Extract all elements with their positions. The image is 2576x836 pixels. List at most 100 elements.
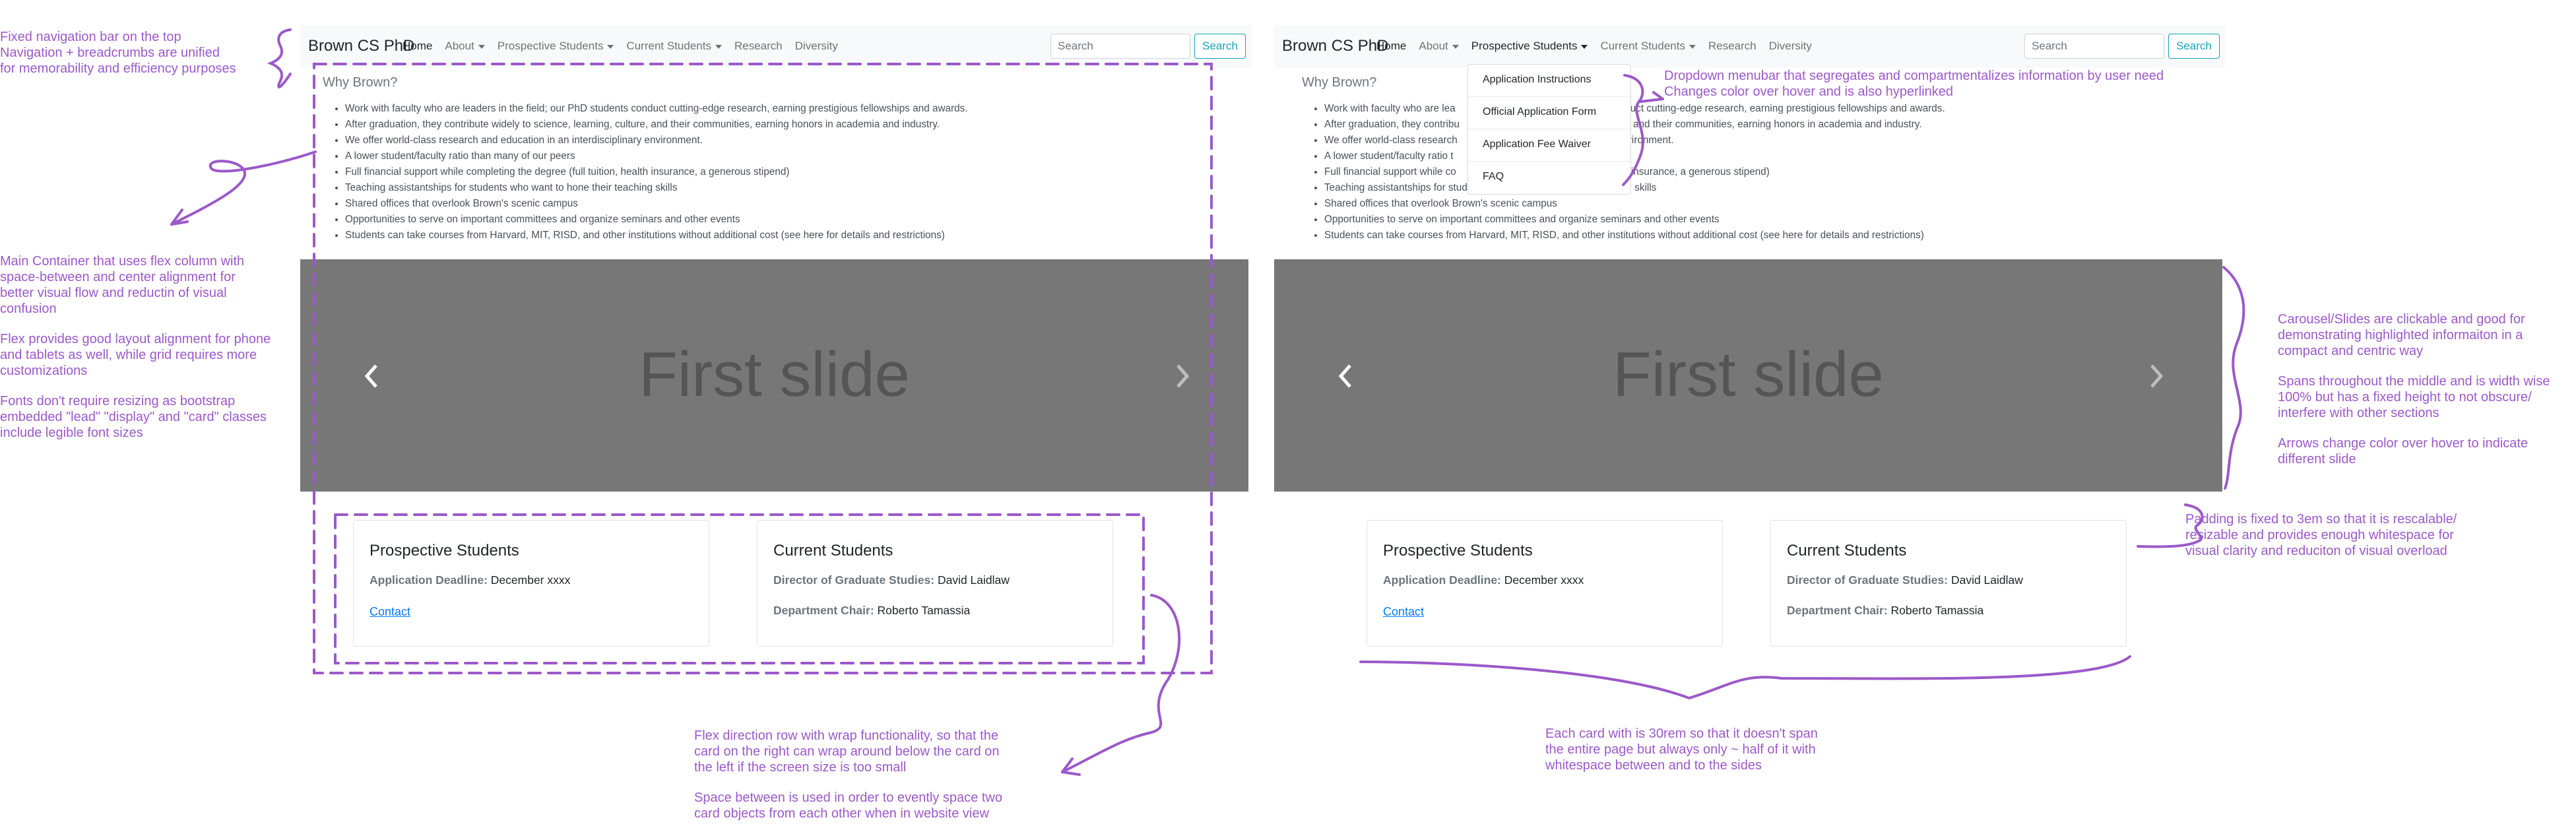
note-line: and tablets as well, while grid requires… — [0, 348, 257, 362]
list-item: Opportunities to serve on important comm… — [1324, 212, 2116, 228]
note-line: demonstrating highlighted informaiton in… — [2278, 328, 2523, 342]
next-arrow-icon[interactable] — [2145, 363, 2166, 389]
slide-label: First slide — [639, 339, 910, 410]
dropdown-divider — [1468, 161, 1630, 162]
nav-menu: Home About Prospective Students Current … — [402, 40, 851, 53]
list-item: We offer world-class research and educat… — [345, 133, 1137, 148]
card-current: Current Students Director of Graduate St… — [1770, 520, 2127, 647]
nav-diversity[interactable]: Diversity — [795, 40, 838, 53]
nav-research[interactable]: Research — [734, 40, 783, 53]
note-line: Fonts don't require resizing as bootstra… — [0, 394, 236, 408]
dropdown-item[interactable]: Application Fee Waiver — [1483, 139, 1591, 150]
caret-down-icon — [1452, 44, 1459, 49]
list-item-text: th insurance, a generous stipend) — [1619, 166, 1770, 177]
note-line: Spans throughout the middle and is width… — [2278, 374, 2550, 389]
note-paragraph: Carousel/Slides are clickable and good f… — [2278, 311, 2575, 359]
search-input[interactable]: Search — [2024, 34, 2164, 59]
note-line: Flex provides good layout alignment for … — [0, 332, 271, 346]
why-brown-list: Work with faculty who are lea nduct cutti… — [1302, 101, 2116, 243]
nav-home[interactable]: Home — [402, 40, 432, 53]
note-line: Navigation + breadcrumbs are unified — [0, 46, 220, 60]
nav-about[interactable]: About — [1419, 40, 1459, 53]
why-brown-list: Work with faculty who are leaders in the… — [323, 101, 1137, 243]
list-item: Full financial support while completing … — [345, 164, 1137, 180]
note-line: customizations — [0, 364, 88, 378]
note-padding: Padding is fixed to 3em so that it is re… — [2185, 511, 2457, 559]
caret-down-icon — [478, 44, 485, 49]
list-item: Work with faculty who are leaders in the… — [345, 101, 1137, 117]
dgs-label: Director of Graduate Studies: — [773, 573, 935, 587]
nav-prospective[interactable]: Prospective Students — [498, 40, 614, 53]
note-row-wrap: Flex direction row with wrap functionali… — [694, 728, 1002, 836]
note-line: include legible font sizes — [0, 426, 143, 440]
chair-label: Department Chair: — [1787, 604, 1888, 617]
nav-current-label: Current Students — [626, 40, 711, 52]
nav-about[interactable]: About — [445, 40, 485, 53]
nav-current[interactable]: Current Students — [1600, 40, 1696, 53]
dgs-value: David Laidlaw — [937, 573, 1010, 587]
list-item-text: After graduation, they contribu — [1324, 119, 1460, 130]
nav-current[interactable]: Current Students — [626, 40, 722, 53]
nav-menu: Home About Prospective Students Current … — [1376, 40, 1824, 53]
card-title: Prospective Students — [1383, 542, 1533, 560]
dropdown-item[interactable]: FAQ — [1483, 171, 1504, 183]
carousel[interactable]: First slide — [1274, 259, 2222, 492]
deadline-value: December xxxx — [1504, 573, 1584, 587]
note-container: Main Container that uses flex column wit… — [0, 253, 297, 455]
nav-diversity[interactable]: Diversity — [1769, 40, 1812, 53]
slide-label: First slide — [1613, 339, 1884, 410]
nav-about-label: About — [1419, 40, 1448, 52]
dgs-value: David Laidlaw — [1950, 573, 2023, 587]
brand-link[interactable]: Brown CS PhD — [1282, 37, 1388, 55]
list-item: Students can take courses from Harvard, … — [345, 228, 1137, 243]
prev-arrow-icon[interactable] — [1336, 363, 1357, 389]
note-line: compact and centric way — [2278, 344, 2424, 358]
note-line: Fixed navigation bar on the top — [0, 30, 181, 44]
search-input[interactable]: Search — [1050, 34, 1190, 59]
note-line: Arrows change color over hover to indica… — [2278, 436, 2528, 451]
nav-current-label: Current Students — [1600, 40, 1685, 52]
deadline-label: Application Deadline: — [370, 573, 488, 587]
dropdown-item[interactable]: Application Instructions — [1483, 74, 1592, 86]
note-line: 100% but has a fixed height to not obscu… — [2278, 390, 2532, 404]
note-paragraph: Spans throughout the middle and is width… — [2278, 373, 2575, 421]
search-button[interactable]: Search — [1194, 34, 1246, 59]
prev-arrow-icon[interactable] — [362, 363, 383, 389]
contact-link[interactable]: Contact — [370, 605, 410, 619]
dropdown-item[interactable]: Official Application Form — [1483, 106, 1596, 118]
list-item: Students can take courses from Harvard, … — [1324, 228, 2116, 243]
note-line: Changes color over hover and is also hyp… — [1664, 84, 1954, 99]
note-paragraph: Arrows change color over hover to indica… — [2278, 435, 2575, 467]
note-line: card objects from each other when in web… — [694, 806, 989, 821]
search-button[interactable]: Search — [2168, 34, 2220, 59]
list-item-text: nduct cutting-edge research, earning pre… — [1619, 103, 1945, 114]
list-item: Teaching assistantships for students who… — [1324, 180, 2116, 196]
note-line: interfere with other sections — [2278, 406, 2439, 420]
caret-down-icon — [1581, 44, 1588, 49]
nav-prospective-label: Prospective Students — [1471, 40, 1578, 52]
note-line: better visual flow and reductin of visua… — [0, 286, 227, 300]
brand-link[interactable]: Brown CS PhD — [308, 37, 414, 55]
contact-link[interactable]: Contact — [1383, 605, 1424, 619]
card-current: Current Students Director of Graduate St… — [757, 520, 1113, 647]
chair-row: Department Chair: Roberto Tamassia — [1787, 604, 1983, 618]
nav-home[interactable]: Home — [1376, 40, 1406, 53]
note-line: the left if the screen size is too small — [694, 760, 907, 775]
list-item: A lower student/faculty ratio than many … — [345, 148, 1137, 164]
chair-value: Roberto Tamassia — [877, 604, 971, 617]
nav-prospective[interactable]: Prospective Students — [1471, 40, 1588, 53]
list-item: After graduation, they contribu y, and th… — [1324, 117, 2116, 133]
card-title: Prospective Students — [370, 542, 519, 560]
nav-research[interactable]: Research — [1708, 40, 1756, 53]
caret-down-icon — [1689, 44, 1696, 49]
note-carousel: Carousel/Slides are clickable and good f… — [2278, 311, 2575, 482]
list-item: Teaching assistantships for students who… — [345, 180, 1137, 196]
note-line: Padding is fixed to 3em so that it is re… — [2185, 512, 2457, 527]
navbar: Brown CS PhD Home About Prospective Stud… — [1274, 25, 2226, 67]
note-line: Carousel/Slides are clickable and good f… — [2278, 312, 2525, 327]
list-item: We offer world-class researchnvironment. — [1324, 133, 2116, 148]
deadline-label: Application Deadline: — [1383, 573, 1501, 587]
list-item: Opportunities to serve on important comm… — [345, 212, 1137, 228]
next-arrow-icon[interactable] — [1171, 363, 1192, 389]
carousel[interactable]: First slide — [300, 259, 1248, 492]
